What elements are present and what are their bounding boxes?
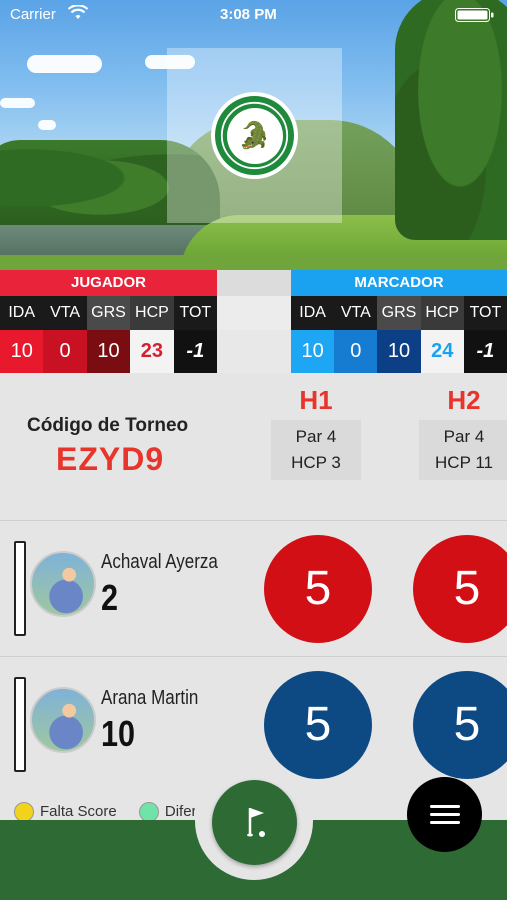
value-vta: 0 [43,330,87,373]
value-tot: -1 [173,330,218,373]
difference-dot-icon [138,802,159,822]
tournament-info: Código de Torneo EZYD9 H1 Par 4 HCP 3 H2… [0,373,507,520]
label-vta: VTA [43,296,87,330]
value-grs: 10 [86,330,131,373]
course-banner: 🐊 [0,0,507,270]
player-labels: IDA VTA GRS HCP TOT [0,296,218,330]
fairway-edge [0,255,507,270]
player-avatar [30,551,96,617]
label-tot: TOT [173,296,218,330]
score-hole-2[interactable]: 5 [413,671,507,779]
value-ida: 10 [0,330,44,373]
logo-ring-icon [220,101,289,170]
label-grs: GRS [377,296,421,330]
hole-number: H2 [447,385,481,415]
hole-number: H1 [299,385,333,415]
marker-panel-title: MARCADOR [291,270,507,296]
player-handicap: 2 [101,577,119,618]
player-row[interactable]: Arana Martin 10 5 5 [0,657,507,792]
hole-par: Par 4 [295,427,337,446]
value-grs: 10 [377,330,421,373]
score-hole-2[interactable]: 5 [413,535,507,643]
label-ida: IDA [291,296,335,330]
player-name: Achaval Ayerza [101,551,218,573]
label-grs: GRS [86,296,131,330]
value-ida: 10 [291,330,335,373]
panel-spacer [217,270,291,373]
legend: Falta Score Diferen [14,802,213,822]
label-hcp: HCP [130,296,174,330]
value-vta: 0 [334,330,378,373]
label-hcp: HCP [420,296,464,330]
tournament-code-label: Código de Torneo [27,415,189,436]
hole-details: Par 4 HCP 11 [419,420,507,480]
legend-label: Falta Score [40,802,117,820]
label-ida: IDA [0,296,44,330]
tree [395,0,507,240]
selection-indicator [14,677,26,772]
marker-totals: MARCADOR IDA VTA GRS HCP TOT 10 0 10 24 … [291,270,507,373]
status-bar: Carrier 3:08 PM [0,0,507,30]
hole-par: Par 4 [443,427,485,446]
menu-icon [429,805,460,808]
hole-hcp: HCP 11 [435,453,493,472]
value-hcp: 24 [420,330,464,373]
battery-icon [455,8,494,22]
value-hcp: 23 [130,330,174,373]
golf-flag-icon [246,807,265,837]
clock: 3:08 PM [220,6,277,23]
hole-column-2[interactable]: H2 Par 4 HCP 11 [419,385,507,480]
hole-hcp: HCP 3 [291,453,341,472]
player-totals: JUGADOR IDA VTA GRS HCP TOT 10 0 10 23 -… [0,270,218,373]
player-handicap: 10 [101,713,136,754]
player-name: Arana Martin [101,687,199,709]
player-avatar [30,687,96,753]
wifi-icon [68,5,88,19]
player-values: 10 0 10 23 -1 [0,330,218,373]
player-panel-title: JUGADOR [0,270,217,296]
hole-column-1[interactable]: H1 Par 4 HCP 3 [271,385,361,480]
selection-indicator [14,541,26,636]
club-logo: 🐊 [211,92,298,179]
value-tot: -1 [463,330,507,373]
score-hole-1[interactable]: 5 [264,535,372,643]
missing-score-dot-icon [14,802,34,822]
label-tot: TOT [463,296,507,330]
cloud [27,55,102,73]
menu-button[interactable] [407,777,482,852]
label-vta: VTA [334,296,378,330]
cloud [38,120,56,130]
player-row[interactable]: Achaval Ayerza 2 5 5 [0,521,507,656]
marker-labels: IDA VTA GRS HCP TOT [291,296,507,330]
golf-flag-button[interactable] [212,780,297,865]
carrier-label: Carrier [10,6,56,23]
cloud [0,98,35,108]
hole-details: Par 4 HCP 3 [271,420,361,480]
marker-values: 10 0 10 24 -1 [291,330,507,373]
tournament-code: EZYD9 [56,441,165,477]
score-hole-1[interactable]: 5 [264,671,372,779]
